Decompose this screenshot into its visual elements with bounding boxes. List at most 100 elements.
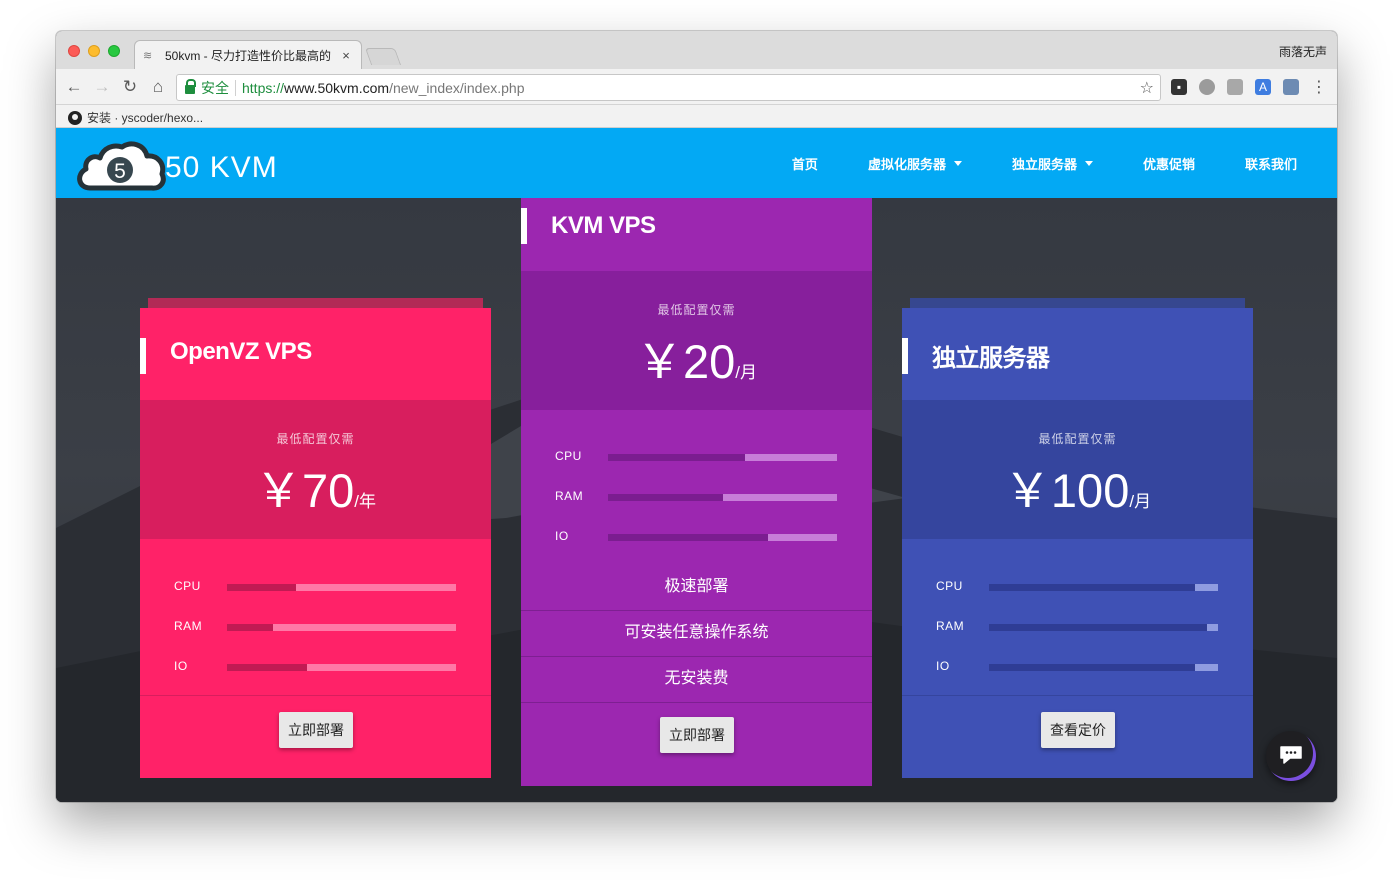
plan-title: KVM VPS bbox=[551, 212, 656, 239]
deploy-kvm-button[interactable]: 立即部署 bbox=[660, 717, 734, 753]
tab-title: 50kvm - 尽力打造性价比最高的 bbox=[165, 48, 332, 63]
spec-label: IO bbox=[174, 659, 188, 673]
cloud-logo-icon[interactable]: 5 bbox=[76, 138, 166, 194]
title-accent-bar bbox=[521, 208, 527, 244]
layers-icon: ≋ bbox=[143, 49, 153, 62]
globe-icon[interactable] bbox=[1199, 79, 1215, 95]
cloud-icon[interactable] bbox=[1227, 79, 1243, 95]
card-header: 独立服务器 bbox=[902, 308, 1253, 400]
url-scheme: https:// bbox=[242, 79, 285, 96]
spec-row-io: IO bbox=[174, 659, 456, 673]
url-host: www.50kvm.com bbox=[284, 79, 390, 96]
tab-close-icon[interactable]: × bbox=[339, 48, 353, 63]
spec-label: RAM bbox=[174, 619, 203, 633]
address-bar[interactable]: 安全 https:// www.50kvm.com /new_index/ind… bbox=[176, 74, 1161, 101]
extension-icon-1[interactable]: ▪ bbox=[1171, 79, 1187, 95]
spec-fill bbox=[608, 494, 723, 501]
currency-symbol: ￥ bbox=[1003, 464, 1051, 517]
view-pricing-button[interactable]: 查看定价 bbox=[1041, 712, 1115, 748]
forward-arrow-icon[interactable]: → bbox=[90, 75, 114, 99]
chat-bubble-icon bbox=[1280, 746, 1302, 764]
reload-icon[interactable]: ↻ bbox=[118, 75, 142, 99]
card-divider bbox=[902, 695, 1253, 696]
browser-tab[interactable]: ≋ 50kvm - 尽力打造性价比最高的 × bbox=[134, 40, 362, 69]
site-header: 5 50 KVM 首页 虚拟化服务器 独立服务器 优惠促销 联系我们 bbox=[56, 128, 1337, 198]
pricing-hero: OpenVZ VPS 最低配置仅需 ￥70/年 CPU RAM IO 立即部署 bbox=[56, 198, 1337, 802]
profile-name[interactable]: 雨落无声 bbox=[1279, 43, 1327, 60]
card-header: OpenVZ VPS bbox=[140, 308, 491, 400]
spec-label: CPU bbox=[936, 579, 963, 593]
caret-down-icon bbox=[953, 160, 962, 166]
price-note: 最低配置仅需 bbox=[276, 432, 355, 446]
nav-dedicated-servers[interactable]: 独立服务器 bbox=[987, 128, 1118, 198]
price-unit: /年 bbox=[354, 492, 376, 511]
price-value: 70 bbox=[301, 464, 355, 517]
plan-title: 独立服务器 bbox=[932, 345, 1050, 372]
bookmark-label: 安装 · yscoder/hexo... bbox=[87, 111, 204, 125]
nav-promotions[interactable]: 优惠促销 bbox=[1118, 128, 1220, 198]
card-divider bbox=[521, 702, 872, 703]
nav-virtual-servers[interactable]: 虚拟化服务器 bbox=[843, 128, 987, 198]
extension-icon-5[interactable] bbox=[1283, 79, 1299, 95]
price-value: 20 bbox=[682, 335, 736, 388]
chat-button[interactable] bbox=[1266, 731, 1316, 781]
spec-label: IO bbox=[555, 529, 569, 543]
close-window-button[interactable] bbox=[68, 45, 80, 57]
minimize-window-button[interactable] bbox=[88, 45, 100, 57]
bookmarks-bar: 安装 · yscoder/hexo... bbox=[56, 105, 1337, 128]
spec-label: RAM bbox=[555, 489, 584, 503]
spec-meter bbox=[227, 624, 456, 631]
card-header: KVM VPS bbox=[521, 198, 872, 271]
deploy-openvz-button[interactable]: 立即部署 bbox=[279, 712, 353, 748]
nav-contact[interactable]: 联系我们 bbox=[1220, 128, 1337, 198]
plan-title: OpenVZ VPS bbox=[170, 338, 312, 365]
card-divider bbox=[140, 695, 491, 696]
plan-card-openvz: OpenVZ VPS 最低配置仅需 ￥70/年 CPU RAM IO 立即部署 bbox=[140, 298, 491, 778]
price-box: 最低配置仅需 ￥100/月 bbox=[902, 400, 1253, 539]
maximize-window-button[interactable] bbox=[108, 45, 120, 57]
spec-label: CPU bbox=[555, 449, 582, 463]
browser-window: ≋ 50kvm - 尽力打造性价比最高的 × 雨落无声 ← → ↻ ⌂ 安全 h… bbox=[56, 31, 1337, 802]
home-icon[interactable]: ⌂ bbox=[146, 75, 170, 99]
spec-fill bbox=[989, 624, 1207, 631]
spec-meter bbox=[608, 454, 837, 461]
bookmark-star-icon[interactable]: ☆ bbox=[1140, 78, 1154, 98]
price-box: 最低配置仅需 ￥70/年 bbox=[140, 400, 491, 539]
feature-item: 无安装费 bbox=[664, 670, 729, 687]
logo-text[interactable]: 50 KVM bbox=[165, 151, 278, 185]
spec-row-ram: RAM bbox=[555, 489, 837, 503]
price-value: 100 bbox=[1050, 464, 1130, 517]
price-box: 最低配置仅需 ￥20/月 bbox=[521, 271, 872, 410]
currency-symbol: ￥ bbox=[254, 464, 302, 517]
new-tab-button[interactable] bbox=[364, 48, 402, 65]
menu-kebab-icon[interactable]: ⋮ bbox=[1311, 77, 1327, 97]
shield-icon[interactable]: A bbox=[1255, 79, 1271, 95]
price-unit: /月 bbox=[735, 363, 757, 382]
nav-contact-label: 联系我们 bbox=[1244, 156, 1297, 172]
currency-symbol: ￥ bbox=[635, 335, 683, 388]
price: ￥20/月 bbox=[521, 323, 872, 392]
spec-label: CPU bbox=[174, 579, 201, 593]
nav-home[interactable]: 首页 bbox=[767, 128, 843, 198]
price-unit: /月 bbox=[1129, 492, 1152, 511]
bookmark-item[interactable]: 安装 · yscoder/hexo... bbox=[68, 109, 203, 126]
spec-fill bbox=[608, 534, 769, 541]
spec-row-cpu: CPU bbox=[174, 579, 456, 593]
spec-fill bbox=[227, 584, 296, 591]
feature-item: 可安装任意操作系统 bbox=[624, 624, 769, 641]
spec-row-io: IO bbox=[936, 659, 1218, 673]
lock-icon bbox=[185, 79, 196, 94]
spec-meter bbox=[227, 664, 456, 671]
title-accent-bar bbox=[140, 338, 146, 374]
omnibox-separator bbox=[235, 79, 236, 96]
price-note: 最低配置仅需 bbox=[1038, 432, 1117, 446]
nav-home-label: 首页 bbox=[791, 156, 818, 172]
spec-label: IO bbox=[936, 659, 950, 673]
back-arrow-icon[interactable]: ← bbox=[62, 75, 86, 99]
spec-meter bbox=[608, 534, 837, 541]
title-accent-bar bbox=[902, 338, 908, 374]
spec-meter bbox=[227, 584, 456, 591]
spec-fill bbox=[227, 664, 308, 671]
spec-fill bbox=[989, 664, 1196, 671]
price: ￥100/月 bbox=[902, 452, 1253, 521]
